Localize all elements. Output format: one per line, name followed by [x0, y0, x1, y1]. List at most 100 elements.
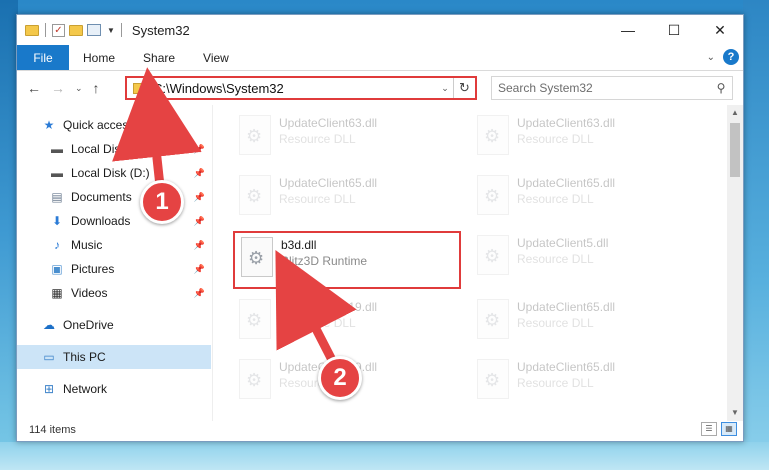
navigation-pane: ★ Quick access ▬ Local Disk (C:) 📌 ▬ Loc… [17, 105, 213, 421]
new-folder-icon[interactable] [69, 24, 83, 36]
pin-icon[interactable]: 📌 [194, 216, 205, 227]
window-title: System32 [131, 22, 190, 38]
videos-icon: ▦ [51, 286, 63, 300]
file-item[interactable]: UpdateClient65.dll Resource DLL [471, 295, 701, 347]
maximize-button[interactable]: ☐ [651, 15, 697, 45]
sidebar-item-music[interactable]: ♪ Music 📌 [17, 233, 211, 257]
sidebar-item-label: This PC [63, 350, 106, 364]
quick-access-toolbar: ✓ ▼ [17, 23, 124, 37]
folder-icon [25, 24, 39, 36]
minimize-button[interactable]: — [605, 15, 651, 45]
separator [120, 23, 122, 37]
ribbon-right: ⌄ ? [707, 49, 739, 65]
sidebar-item-quick-access[interactable]: ★ Quick access [17, 113, 211, 137]
file-description: Resource DLL [279, 316, 356, 330]
file-description: Resource DLL [517, 376, 594, 390]
address-bar[interactable]: C:\Windows\System32 ⌄ ↻ [125, 76, 477, 100]
address-row: ← → ⌄ ↑ C:\Windows\System32 ⌄ ↻ ⚲ [17, 71, 743, 105]
file-description: Blitz3D Runtime [281, 254, 368, 268]
file-item[interactable]: UpdateClient65.dll Resource DLL [233, 171, 463, 223]
tiles-view-icon[interactable]: ▦ [721, 422, 737, 436]
documents-icon: ▤ [51, 190, 63, 204]
address-path[interactable]: C:\Windows\System32 [153, 81, 437, 96]
explorer-body: ★ Quick access ▬ Local Disk (C:) 📌 ▬ Loc… [17, 105, 743, 421]
sidebar-item-label: OneDrive [63, 318, 114, 332]
sidebar-item-downloads[interactable]: ⬇ Downloads 📌 [17, 209, 211, 233]
file-item-b3d-dll[interactable]: b3d.dll Blitz3D Runtime [233, 231, 461, 289]
sidebar-item-label: Quick access [63, 118, 135, 132]
back-arrow-icon[interactable]: ← [27, 80, 41, 96]
file-item[interactable]: UpdateClient65.dll Resource DLL [471, 171, 701, 223]
file-item[interactable]: UpdateClient63.dll Resource DLL [233, 111, 463, 163]
cloud-icon: ☁ [43, 318, 55, 332]
navigation-buttons: ← → ⌄ ↑ [17, 80, 125, 96]
properties-check-icon[interactable]: ✓ [52, 23, 65, 37]
dll-file-icon [241, 237, 273, 277]
tab-view[interactable]: View [189, 45, 243, 70]
refresh-icon[interactable]: ↻ [453, 78, 475, 98]
status-bar: 114 items ☰ ▦ [17, 419, 743, 441]
file-description: Resource DLL [517, 132, 594, 146]
sidebar-item-this-pc[interactable]: ▭ This PC [17, 345, 211, 369]
network-icon: ⊞ [43, 382, 55, 396]
expand-ribbon-icon[interactable]: ⌄ [707, 52, 715, 63]
file-item[interactable]: UpdateClient63.dll Resource DLL [471, 111, 701, 163]
dll-file-icon [239, 359, 271, 399]
file-description: Resource DLL [517, 316, 594, 330]
sidebar-item-network[interactable]: ⊞ Network [17, 377, 211, 401]
star-icon: ★ [43, 118, 55, 132]
search-box[interactable]: ⚲ [491, 76, 733, 100]
file-name: UpdateClient65.dll [517, 300, 616, 314]
desktop-background-bottom [0, 442, 769, 470]
pin-icon[interactable]: 📌 [194, 288, 205, 299]
step-1-badge: 1 [140, 180, 184, 224]
file-item[interactable]: UpdateClient19.dll Resource DLL [233, 295, 463, 347]
file-name: UpdateClient65.dll [279, 176, 378, 190]
search-input[interactable] [498, 81, 710, 95]
sidebar-item-label: Documents [71, 190, 132, 204]
up-arrow-icon[interactable]: ↑ [93, 80, 100, 96]
vertical-scrollbar[interactable]: ▲ ▼ [727, 105, 743, 421]
close-button[interactable]: ✕ [697, 15, 743, 45]
sidebar-item-label: Videos [71, 286, 108, 300]
file-item[interactable]: UpdateClient5.dll Resource DLL [471, 231, 701, 283]
sidebar-item-pictures[interactable]: ▣ Pictures 📌 [17, 257, 211, 281]
dll-file-icon [477, 115, 509, 155]
pin-icon[interactable]: 📌 [194, 240, 205, 251]
ribbon-tabs: File Home Share View ⌄ ? [17, 45, 743, 71]
sidebar-item-onedrive[interactable]: ☁ OneDrive [17, 313, 211, 337]
details-view-icon[interactable]: ☰ [701, 422, 717, 436]
chevron-down-icon[interactable]: ▼ [107, 26, 115, 35]
sidebar-item-local-disk-c[interactable]: ▬ Local Disk (C:) 📌 [17, 137, 211, 161]
window-controls: — ☐ ✕ [605, 15, 743, 45]
dll-file-icon [239, 299, 271, 339]
pin-icon[interactable]: 📌 [194, 192, 205, 203]
download-icon: ⬇ [51, 214, 63, 228]
pin-icon[interactable]: 📌 [194, 264, 205, 275]
scrollbar-thumb[interactable] [730, 123, 740, 177]
step-2-badge: 2 [318, 356, 362, 400]
tab-home[interactable]: Home [69, 45, 129, 70]
sidebar-item-label: Network [63, 382, 108, 396]
search-icon[interactable]: ⚲ [710, 81, 732, 95]
forward-arrow-icon[interactable]: → [51, 80, 65, 96]
file-name: UpdateClient5.dll [517, 236, 609, 250]
chevron-down-icon[interactable]: ⌄ [437, 83, 453, 94]
file-item[interactable]: UpdateClient65.dll Resource DLL [471, 355, 701, 407]
file-description: Resource DLL [279, 132, 356, 146]
sidebar-item-label: Pictures [71, 262, 115, 276]
pin-icon[interactable]: 📌 [194, 168, 205, 179]
scroll-up-icon[interactable]: ▲ [727, 105, 743, 121]
pin-icon[interactable]: 📌 [194, 144, 205, 155]
sidebar-item-label: Downloads [71, 214, 131, 228]
tab-file[interactable]: File [17, 45, 69, 70]
item-count: 114 items [29, 424, 76, 436]
tab-share[interactable]: Share [129, 45, 189, 70]
recent-locations-icon[interactable]: ⌄ [75, 83, 83, 94]
sidebar-item-label: Local Disk (D:) [71, 166, 150, 180]
sidebar-item-videos[interactable]: ▦ Videos 📌 [17, 281, 211, 305]
sidebar-item-local-disk-d[interactable]: ▬ Local Disk (D:) 📌 [17, 161, 211, 185]
music-icon: ♪ [54, 238, 60, 252]
customize-toolbar-icon[interactable] [87, 24, 101, 36]
help-icon[interactable]: ? [723, 49, 739, 65]
